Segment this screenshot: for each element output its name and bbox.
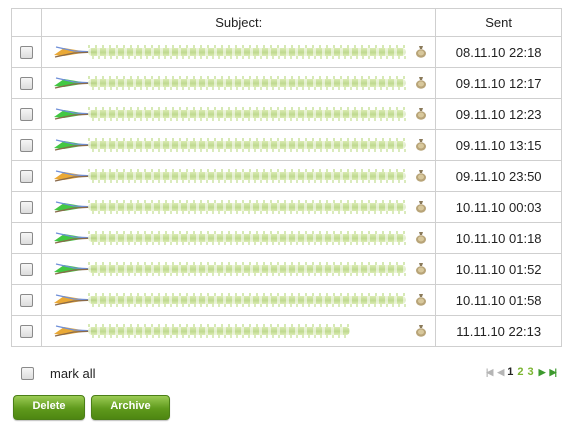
page-link-2[interactable]: 2 — [517, 366, 523, 378]
page-link-1[interactable]: 1 — [507, 366, 513, 378]
header-sent[interactable]: Sent — [435, 8, 562, 37]
subject-scribble — [88, 324, 351, 338]
row-checkbox[interactable] — [20, 294, 34, 308]
subject-cell[interactable] — [41, 284, 437, 316]
table-row[interactable]: 09.11.10 12:23 — [10, 98, 562, 130]
row-select — [10, 284, 43, 316]
subject-cell[interactable] — [41, 253, 437, 285]
sent-date: 09.11.10 23:50 — [435, 160, 562, 192]
table-row[interactable]: 08.11.10 22:18 — [10, 36, 562, 68]
row-select — [10, 315, 43, 347]
row-checkbox[interactable] — [20, 77, 34, 91]
sent-date: 09.11.10 12:23 — [435, 98, 562, 130]
sent-date: 11.11.10 22:13 — [435, 315, 562, 347]
money-bag-icon — [416, 139, 427, 151]
subject-scribble — [88, 76, 407, 90]
table-row[interactable]: 10.11.10 01:52 — [10, 253, 562, 285]
money-bag-icon — [416, 108, 427, 120]
row-checkbox[interactable] — [20, 201, 34, 215]
row-checkbox[interactable] — [20, 263, 34, 277]
money-bag-icon — [416, 263, 427, 275]
subject-scribble — [88, 293, 407, 307]
messages-table: Subject: Sent 08.11.10 22:18 09.11.10 12:… — [10, 8, 562, 347]
row-select — [10, 36, 43, 68]
money-bag-icon — [416, 294, 427, 306]
money-bag-icon — [416, 325, 427, 337]
first-page-icon: |◀ — [485, 366, 494, 377]
row-select — [10, 222, 43, 254]
table-row[interactable]: 10.11.10 00:03 — [10, 191, 562, 223]
table-row[interactable]: 09.11.10 23:50 — [10, 160, 562, 192]
row-select — [10, 253, 43, 285]
row-select — [10, 160, 43, 192]
row-select — [10, 191, 43, 223]
money-bag-icon — [416, 170, 427, 182]
subject-scribble — [88, 45, 407, 59]
mark-all[interactable]: mark all — [21, 366, 96, 381]
table-row[interactable]: 11.11.10 22:13 — [10, 315, 562, 347]
subject-scribble — [88, 262, 407, 276]
mark-all-label: mark all — [50, 366, 96, 381]
sent-date: 09.11.10 12:17 — [435, 67, 562, 99]
row-select — [10, 98, 43, 130]
sent-date: 10.11.10 00:03 — [435, 191, 562, 223]
subject-cell[interactable] — [41, 129, 437, 161]
money-bag-icon — [416, 232, 427, 244]
header-select — [10, 8, 43, 37]
subject-cell[interactable] — [41, 67, 437, 99]
next-page-icon[interactable]: ▶ — [539, 367, 546, 378]
subject-cell[interactable] — [41, 315, 437, 347]
sent-date: 10.11.10 01:18 — [435, 222, 562, 254]
archive-button[interactable]: Archive — [91, 395, 170, 420]
sent-date: 10.11.10 01:58 — [435, 284, 562, 316]
sent-date: 08.11.10 22:18 — [435, 36, 562, 68]
subject-scribble — [88, 169, 407, 183]
table-header-row: Subject: Sent — [10, 8, 562, 37]
table-row[interactable]: 10.11.10 01:58 — [10, 284, 562, 316]
row-checkbox[interactable] — [20, 139, 34, 153]
money-bag-icon — [416, 46, 427, 58]
row-select — [10, 129, 43, 161]
sent-date: 09.11.10 13:15 — [435, 129, 562, 161]
subject-scribble — [88, 200, 407, 214]
page-link-3[interactable]: 3 — [528, 366, 534, 378]
page-numbers: 123 — [505, 366, 535, 378]
sent-date: 10.11.10 01:52 — [435, 253, 562, 285]
row-checkbox[interactable] — [20, 170, 34, 184]
header-subject[interactable]: Subject: — [41, 8, 437, 37]
subject-scribble — [88, 231, 407, 245]
row-checkbox[interactable] — [20, 108, 34, 122]
pagination: |◀ ◀ 123 ▶ ▶| — [483, 366, 558, 378]
subject-cell[interactable] — [41, 191, 437, 223]
table-row[interactable]: 09.11.10 12:17 — [10, 67, 562, 99]
table-row[interactable]: 09.11.10 13:15 — [10, 129, 562, 161]
row-checkbox[interactable] — [20, 46, 34, 60]
delete-button[interactable]: Delete — [13, 395, 85, 420]
mark-all-checkbox[interactable] — [21, 367, 34, 380]
subject-cell[interactable] — [41, 98, 437, 130]
subject-cell[interactable] — [41, 36, 437, 68]
last-page-icon[interactable]: ▶| — [550, 367, 558, 378]
table-row[interactable]: 10.11.10 01:18 — [10, 222, 562, 254]
subject-scribble — [88, 107, 407, 121]
subject-scribble — [88, 138, 407, 152]
row-checkbox[interactable] — [20, 325, 34, 339]
prev-page-icon: ◀ — [497, 366, 504, 377]
money-bag-icon — [416, 201, 427, 213]
subject-cell[interactable] — [41, 222, 437, 254]
money-bag-icon — [416, 77, 427, 89]
row-checkbox[interactable] — [20, 232, 34, 246]
row-select — [10, 67, 43, 99]
subject-cell[interactable] — [41, 160, 437, 192]
